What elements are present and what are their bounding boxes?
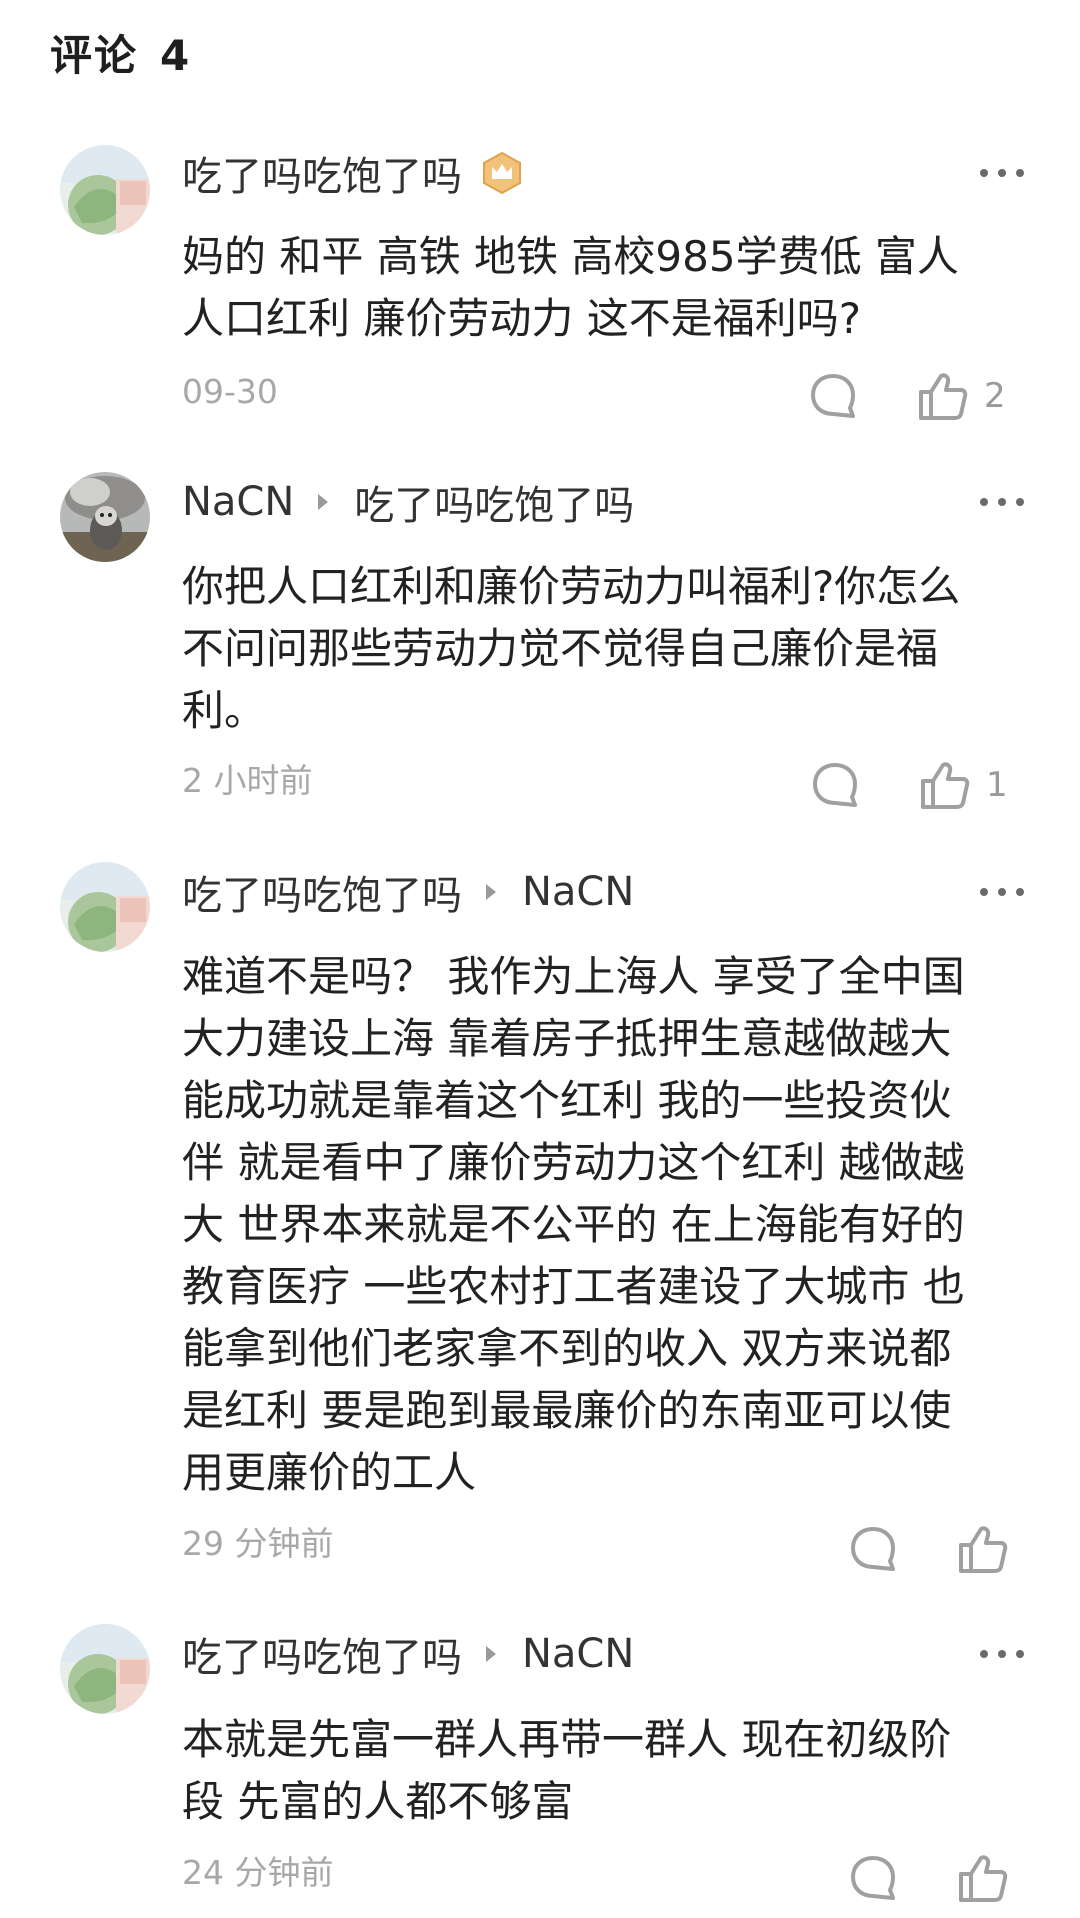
crown-badge-icon [483,151,521,195]
comment-time: 29 分钟前 [182,1524,334,1563]
comment-time: 24 分钟前 [182,1853,334,1892]
reply-button[interactable] [846,1522,900,1576]
avatar[interactable] [60,472,150,562]
more-options-button[interactable] [980,1624,1024,1684]
comments-title: 评论 [50,31,139,80]
like-button[interactable] [956,1851,1010,1905]
comment-author[interactable]: NaCN [182,479,294,525]
comment-actions [846,1850,1010,1906]
comment-bubble-icon [811,374,855,418]
comment-text: 难道不是吗？ 我作为上海人 享受了全中国 大力建设上海 靠着房子抵押生意越做越大… [182,952,965,1497]
reply-arrow-icon [486,884,496,900]
thumbs-up-icon [959,1855,1008,1902]
comment-time: 2 小时前 [182,761,313,800]
comment-author-row: NaCN 吃了吗吃饱了吗 [182,472,634,532]
like-button[interactable] [916,369,970,423]
more-options-button[interactable] [980,472,1024,532]
comment-bubble-icon [813,763,857,807]
avatar[interactable] [60,145,150,235]
like-count: 1 [986,765,1008,805]
comment-author-row: 吃了吗吃饱了吗 NaCN [182,862,634,922]
like-count: 2 [984,376,1006,416]
reply-button[interactable] [846,1851,900,1905]
comment-text: 妈的 和平 高铁 地铁 高校985学费低 富人 人口红利 廉价劳动力 这不是福利… [182,232,959,343]
comment-text: 本就是先富一群人再带一群人 现在初级阶 段 先富的人都不够富 [182,1715,952,1826]
comment-author-row: 吃了吗吃饱了吗 NaCN [182,1624,634,1684]
avatar[interactable] [60,862,150,952]
reply-button[interactable] [806,369,860,423]
comment-author[interactable]: 吃了吗吃饱了吗 [182,863,462,921]
thumbs-up-icon [919,373,968,420]
comments-header: 评论 4 [50,22,191,83]
comment-actions: 2 [806,368,1006,424]
comment-time: 09-30 [182,372,278,411]
avatar[interactable] [60,1624,150,1714]
comment-actions [846,1521,1010,1577]
reply-to-user[interactable]: NaCN [522,869,634,915]
reply-to-user[interactable]: NaCN [522,1631,634,1677]
thumbs-up-icon [921,762,970,809]
comment-bubble-icon [851,1856,895,1900]
more-options-button[interactable] [980,143,1024,203]
comment-author[interactable]: 吃了吗吃饱了吗 [182,1625,462,1683]
like-button[interactable] [956,1522,1010,1576]
reply-to-user[interactable]: 吃了吗吃饱了吗 [354,473,634,531]
comments-count: 4 [160,31,192,80]
comment-text: 你把人口红利和廉价劳动力叫福利?你怎么 不问问那些劳动力觉不觉得自己廉价是福 利… [182,562,961,735]
comment-author-row: 吃了吗吃饱了吗 [182,143,524,203]
reply-arrow-icon [318,494,329,510]
comment-actions: 1 [808,757,1008,813]
like-button[interactable] [918,758,972,812]
reply-button[interactable] [808,758,862,812]
thumbs-up-icon [959,1526,1008,1573]
comment-author[interactable]: 吃了吗吃饱了吗 [182,144,462,202]
comment-bubble-icon [851,1527,895,1571]
reply-arrow-icon [486,1646,496,1662]
more-options-button[interactable] [980,862,1024,922]
